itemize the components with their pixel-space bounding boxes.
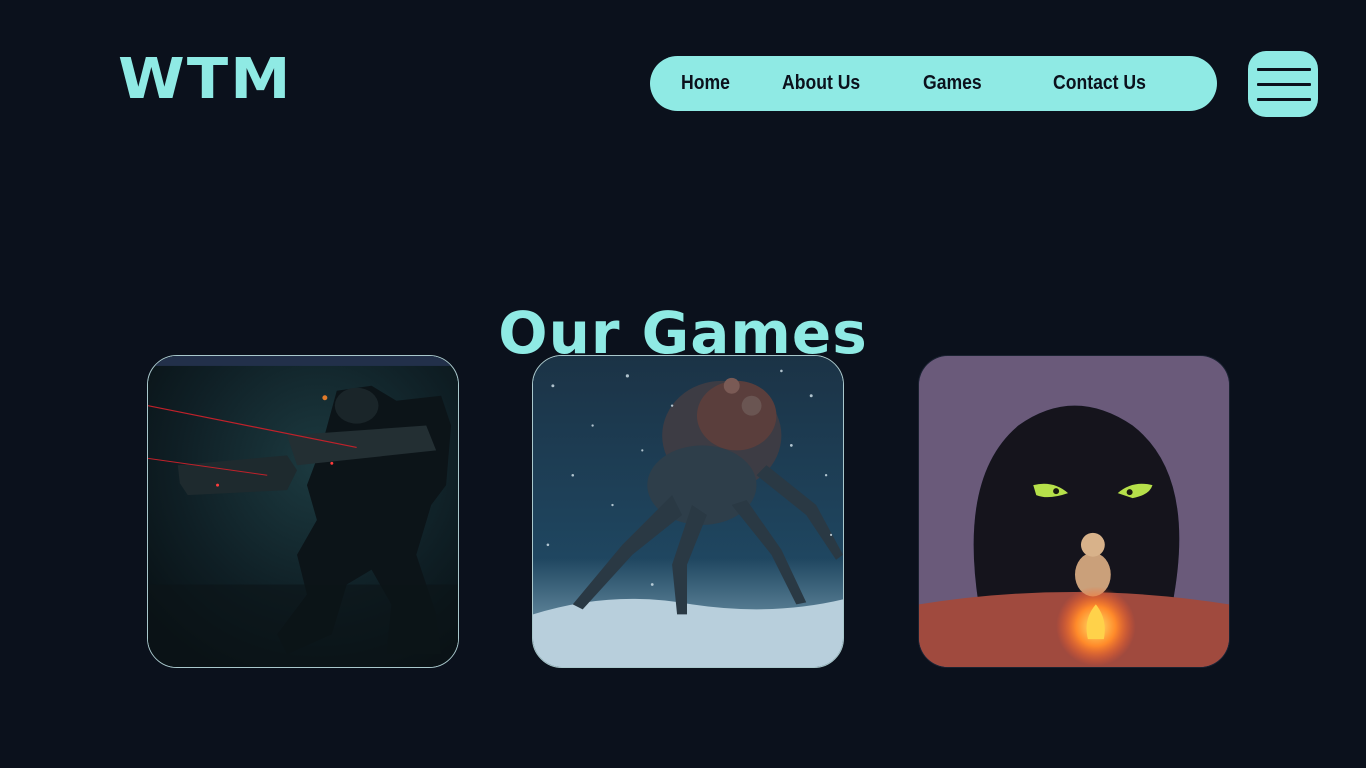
- game-card-3[interactable]: [918, 355, 1230, 668]
- nav-link-contact-us[interactable]: Contact Us: [1053, 56, 1146, 111]
- game-card-1[interactable]: [147, 355, 459, 668]
- hamburger-menu-icon-bar: [1257, 83, 1311, 86]
- site-logo[interactable]: WTM: [118, 50, 293, 110]
- game-card-2[interactable]: [532, 355, 844, 668]
- nav-link-about-us[interactable]: About Us: [782, 56, 860, 111]
- nav-link-games[interactable]: Games: [923, 56, 982, 111]
- main-nav: Home About Us Games Contact Us: [650, 56, 1217, 111]
- mech-soldier-image: [148, 356, 458, 667]
- page: WTM Home About Us Games Contact Us Our G…: [0, 0, 1366, 768]
- hamburger-menu-icon-bar: [1257, 98, 1311, 101]
- hamburger-menu-icon: [1257, 68, 1311, 71]
- nav-link-home[interactable]: Home: [681, 56, 730, 111]
- hamburger-menu-button[interactable]: [1248, 51, 1318, 117]
- spider-creature-image: [533, 356, 843, 667]
- cave-monster-image: [919, 356, 1229, 667]
